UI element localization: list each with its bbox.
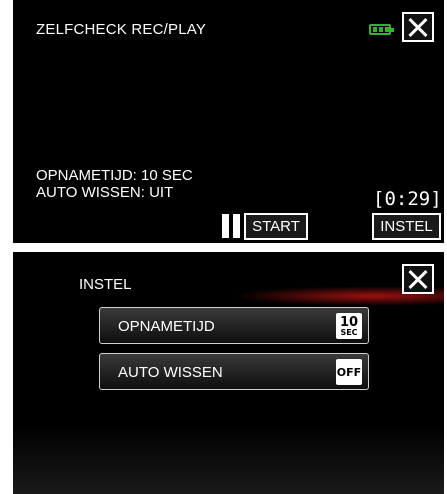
ten-seconds-icon: 10 SEC: [336, 313, 362, 339]
screen-title: ZELFCHECK REC/PLAY: [36, 21, 207, 38]
settings-button[interactable]: INSTEL: [372, 213, 441, 240]
battery-icon: [369, 24, 394, 35]
record-time-info: OPNAMETIJD: 10 SEC: [36, 167, 193, 184]
menu-item-record-time[interactable]: OPNAMETIJD 10 SEC: [99, 307, 369, 344]
menu-item-label: OPNAMETIJD: [118, 318, 215, 335]
menu-item-label: AUTO WISSEN: [118, 364, 223, 381]
auto-delete-info: AUTO WISSEN: UIT: [36, 184, 174, 201]
settings-title: INSTEL: [79, 276, 132, 293]
menu-item-auto-delete[interactable]: AUTO WISSEN OFF: [99, 353, 369, 390]
close-button[interactable]: [402, 264, 434, 294]
start-button[interactable]: START: [244, 213, 308, 240]
record-play-screen: ZELFCHECK REC/PLAY OPNAMETIJD: 10 SEC AU…: [13, 0, 444, 243]
settings-screen: INSTEL OPNAMETIJD 10 SEC AUTO WISSEN OFF: [13, 252, 444, 494]
pause-icon[interactable]: [222, 214, 240, 238]
off-icon: OFF: [336, 359, 362, 385]
close-button[interactable]: [402, 12, 434, 42]
countdown-timer: [0:29]: [373, 188, 442, 210]
